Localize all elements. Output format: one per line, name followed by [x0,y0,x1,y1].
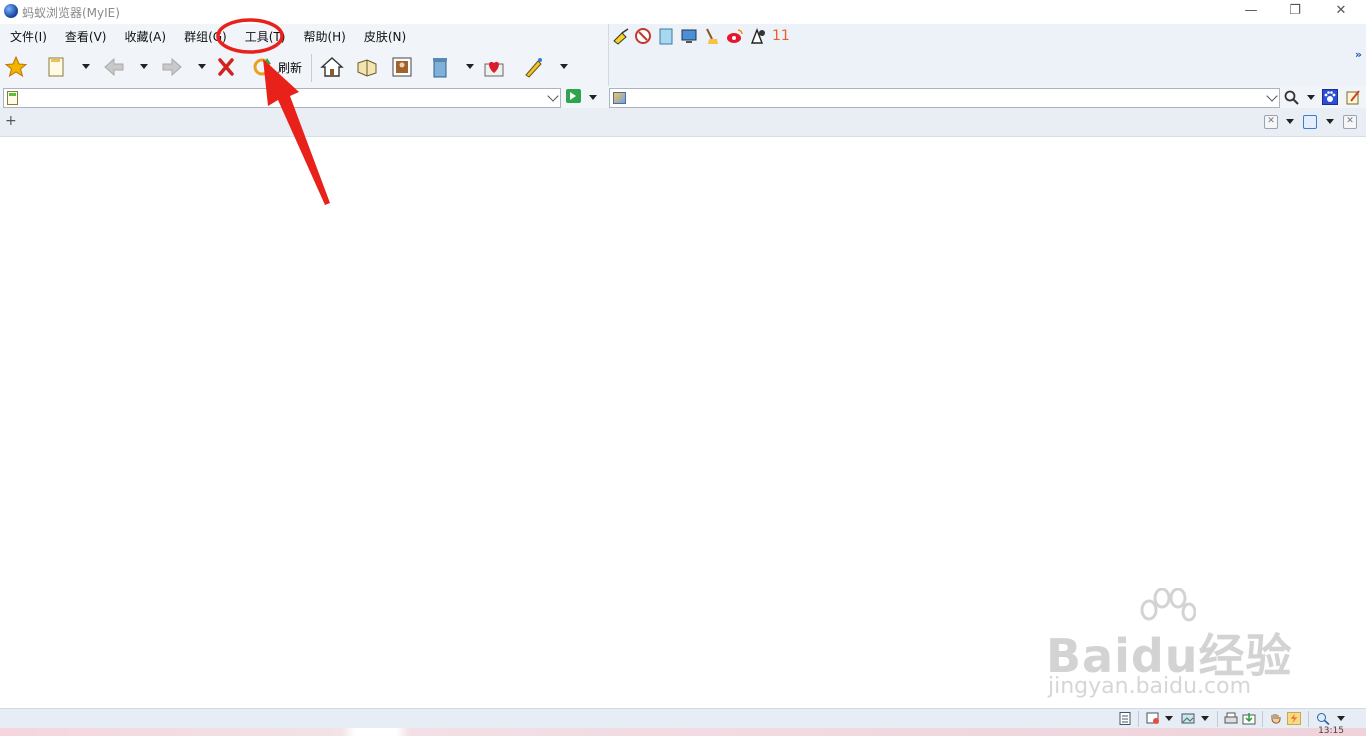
status-bar [0,708,1366,728]
forward-dropdown-icon[interactable] [198,64,206,69]
zoom-icon[interactable] [1316,712,1330,725]
taskbar-clock: 13:15 [1318,726,1344,736]
clear-cache-icon[interactable] [657,27,675,45]
stop-icon[interactable] [214,55,238,79]
tab-bar: + ✕ ✕ [0,108,1366,136]
cleanup-icon[interactable] [703,27,721,45]
menu-help[interactable]: 帮助(H) [293,27,353,47]
more-chevron-icon[interactable]: » [1355,48,1362,61]
close-tab-dropdown-icon[interactable] [1286,119,1294,124]
popup-dropdown-icon[interactable] [1165,716,1173,721]
minimize-button[interactable]: — [1228,0,1274,24]
baidu-paw-icon[interactable] [1322,89,1338,105]
close-button[interactable]: ✕ [1318,0,1364,24]
status-separator [1308,711,1309,727]
toolbar-separator [311,54,312,82]
window-title: 蚂蚁浏览器(MyIE) [22,6,120,20]
forward-arrow-icon[interactable] [160,55,184,79]
back-arrow-icon[interactable] [102,55,126,79]
page-info-icon[interactable] [1118,712,1132,725]
restore-button[interactable]: ❐ [1272,0,1318,24]
menu-skin[interactable]: 皮肤(N) [354,27,414,47]
address-bar[interactable] [3,88,561,108]
print-icon[interactable] [1224,712,1238,725]
search-engine-icon[interactable] [613,92,626,104]
refresh-label[interactable]: 刷新 [278,59,302,76]
menu-bar: 文件(I) 查看(V) 收藏(A) 群组(G) 工具(T) 帮助(H) 皮肤(N… [0,26,414,48]
tab-list-dropdown-icon[interactable] [1326,119,1334,124]
right-toolbar-area [608,24,1366,86]
screen-icon[interactable] [680,27,698,45]
favorites-star-icon[interactable] [4,55,28,79]
tab-list-icon[interactable] [1303,115,1317,129]
search-bar[interactable] [609,88,1280,108]
search-options-dropdown-icon[interactable] [1307,95,1315,100]
app-globe-icon [4,4,18,18]
status-separator [1138,711,1139,727]
back-dropdown-icon[interactable] [140,64,148,69]
main-toolbar: 刷新 [0,52,607,84]
pen-icon[interactable] [522,55,546,79]
close-popups-icon[interactable] [634,27,652,45]
quick-count-badge: 11 [772,28,790,44]
edit-note-icon[interactable] [1345,89,1361,105]
left-toolbar-area: 文件(I) 查看(V) 收藏(A) 群组(G) 工具(T) 帮助(H) 皮肤(N… [0,24,607,86]
weibo-icon[interactable] [726,27,744,45]
go-dropdown-icon[interactable] [589,95,597,100]
trash-dropdown-icon[interactable] [466,64,474,69]
search-input[interactable] [630,90,1261,106]
browser-chrome: 文件(I) 查看(V) 收藏(A) 群组(G) 工具(T) 帮助(H) 皮肤(N… [0,24,1366,137]
home-icon[interactable] [320,55,344,79]
search-icon[interactable] [1284,90,1300,106]
history-icon[interactable] [355,55,379,79]
address-input[interactable] [24,90,542,106]
menu-file[interactable]: 文件(I) [0,27,55,47]
status-separator [1262,711,1263,727]
address-dropdown-icon[interactable] [547,90,559,102]
broom-icon[interactable] [612,27,630,45]
title-bar: 蚂蚁浏览器(MyIE) — ❐ ✕ [0,0,1366,24]
image-icon[interactable] [1181,712,1195,725]
new-page-dropdown-icon[interactable] [82,64,90,69]
collect-heart-icon[interactable] [482,55,506,79]
zoom-dropdown-icon[interactable] [1337,716,1345,721]
menu-groups[interactable]: 群组(G) [174,27,235,47]
pen-dropdown-icon[interactable] [560,64,568,69]
menu-view[interactable]: 查看(V) [55,27,115,47]
new-page-icon[interactable] [44,55,68,79]
close-tab-icon[interactable]: ✕ [1264,115,1278,129]
download-icon[interactable] [1242,712,1256,725]
refresh-icon[interactable] [250,55,274,79]
taskbar-strip [0,728,1366,736]
image-dropdown-icon[interactable] [1201,716,1209,721]
menu-tools[interactable]: 工具(T) [235,27,294,47]
sign-icon[interactable] [749,27,767,45]
picture-icon[interactable] [390,55,414,79]
search-dropdown-icon[interactable] [1266,90,1278,102]
hand-icon[interactable] [1269,712,1283,725]
status-separator [1217,711,1218,727]
page-icon [7,91,18,105]
menu-favorites[interactable]: 收藏(A) [114,27,174,47]
flash-icon[interactable] [1287,712,1301,725]
close-all-tabs-icon[interactable]: ✕ [1343,115,1357,129]
popup-icon[interactable] [1146,712,1160,725]
trash-icon[interactable] [428,55,452,79]
go-icon[interactable] [566,89,581,103]
page-content-area[interactable] [0,137,1366,708]
new-tab-button[interactable]: + [5,113,17,129]
